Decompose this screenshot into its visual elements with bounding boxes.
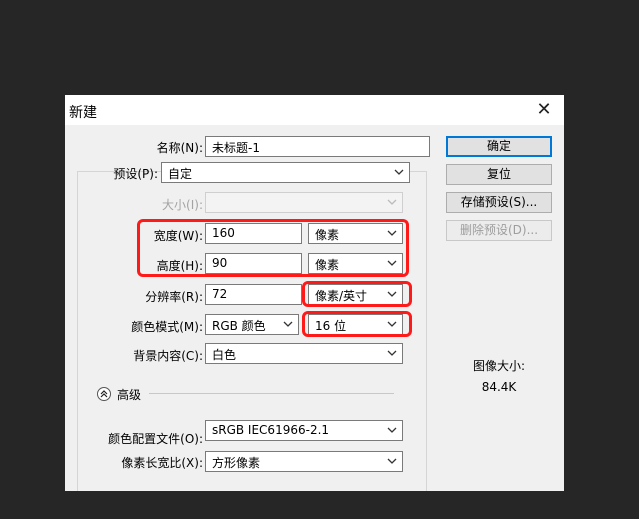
aspect-label: 像素长宽比(X): — [121, 456, 203, 470]
title-bar: 新建 ✕ — [65, 95, 564, 125]
colormode-label: 颜色模式(M): — [131, 320, 203, 334]
ok-button[interactable]: 确定 — [446, 136, 552, 157]
advanced-divider — [149, 393, 394, 394]
chevron-down-icon — [387, 197, 397, 207]
chevron-down-icon — [283, 319, 293, 329]
advanced-label: 高级 — [117, 388, 142, 402]
dialog-title: 新建 — [69, 105, 97, 121]
profile-select[interactable]: sRGB IEC61966-2.1 — [205, 420, 403, 441]
image-size-label: 图像大小: — [472, 359, 526, 373]
new-document-dialog: 新建 ✕ 名称(N): 未标题-1 预设(P): 自定 大小(I): 宽度(W)… — [65, 95, 564, 491]
background-value: 白色 — [212, 348, 237, 362]
chevron-down-icon — [394, 167, 404, 177]
resolution-label: 分辨率(R): — [145, 290, 203, 304]
size-select — [205, 192, 403, 213]
size-highlight-box — [137, 219, 409, 277]
chevron-down-icon — [387, 456, 397, 466]
preset-select[interactable]: 自定 — [161, 162, 410, 183]
colormode-value: RGB 颜色 — [212, 319, 266, 333]
resolution-unit-highlight-box — [302, 281, 412, 307]
profile-label: 颜色配置文件(O): — [108, 432, 203, 446]
chevron-down-icon — [387, 425, 397, 435]
save-preset-button[interactable]: 存储预设(S)... — [446, 192, 552, 213]
background-label: 背景内容(C): — [133, 349, 203, 363]
preset-label: 预设(P): — [113, 167, 158, 181]
close-icon[interactable]: ✕ — [533, 99, 555, 121]
aspect-select[interactable]: 方形像素 — [205, 451, 403, 472]
reset-button[interactable]: 复位 — [446, 164, 552, 185]
colormode-select[interactable]: RGB 颜色 — [205, 314, 299, 335]
image-size-value: 84.4K — [481, 380, 517, 394]
name-label: 名称(N): — [156, 141, 203, 155]
delete-preset-button: 删除预设(D)... — [446, 220, 552, 241]
preset-value: 自定 — [168, 167, 193, 181]
chevron-down-icon — [387, 348, 397, 358]
profile-value: sRGB IEC61966-2.1 — [212, 423, 330, 437]
name-input[interactable]: 未标题-1 — [205, 136, 430, 157]
background-select[interactable]: 白色 — [205, 343, 403, 364]
aspect-value: 方形像素 — [212, 456, 261, 470]
size-label: 大小(I): — [162, 198, 203, 212]
bitdepth-highlight-box — [302, 311, 412, 337]
double-chevron-up-icon[interactable] — [97, 387, 111, 401]
resolution-input[interactable]: 72 — [205, 284, 302, 305]
